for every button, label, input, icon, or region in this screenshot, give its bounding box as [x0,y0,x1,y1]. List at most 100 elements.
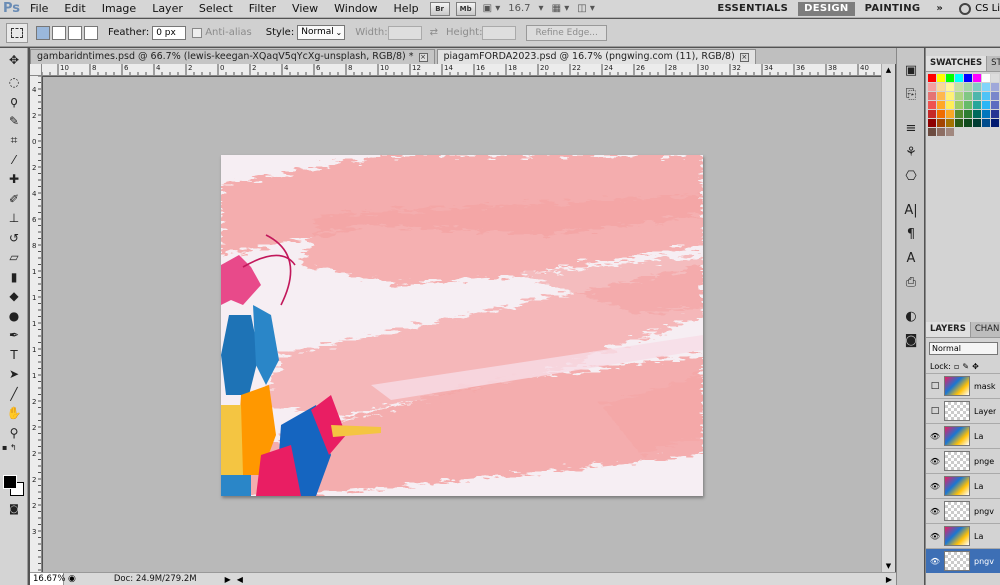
intersect-selection-icon[interactable] [84,25,98,40]
menu-view[interactable]: View [284,0,326,18]
height-input[interactable] [482,25,517,40]
menu-help[interactable]: Help [386,0,427,18]
workspace-design[interactable]: DESIGN [798,1,855,16]
color-swatch[interactable] [928,110,936,118]
layer-row[interactable]: □ Layer [926,398,1000,423]
character-styles-icon[interactable]: A [897,246,925,270]
menu-layer[interactable]: Layer [144,0,191,18]
eraser-icon[interactable]: ▱ [0,248,28,268]
scroll-down-icon[interactable]: ▼ [882,560,895,572]
subtract-selection-icon[interactable] [68,25,82,40]
color-swatch[interactable] [973,74,981,82]
ruler-origin[interactable] [30,64,42,76]
status-menu-icon[interactable]: ▶ [225,575,231,584]
scroll-up-icon[interactable]: ▲ [882,64,895,76]
color-swatch[interactable] [946,83,954,91]
color-swatch[interactable] [982,74,990,82]
visibility-eye-icon[interactable]: □ [926,381,944,391]
color-swatch[interactable] [991,119,999,127]
color-swatch[interactable] [937,83,945,91]
color-swatch[interactable] [955,110,963,118]
canvas-area[interactable] [43,77,881,572]
dodge-tool-icon[interactable]: ● [0,306,28,326]
workspace-more[interactable]: » [930,2,949,16]
color-swatch[interactable] [964,92,972,100]
color-swatch[interactable] [928,83,936,91]
paragraph-panel-icon[interactable]: ¶ [897,222,925,246]
swap-colors-icon[interactable]: ▪ ↰ [0,443,28,453]
color-swatch[interactable] [946,101,954,109]
swatch-grid[interactable] [928,74,1000,137]
color-swatch[interactable] [991,110,999,118]
hand-zoom-icon[interactable]: ▣ ▾ [479,0,505,18]
visibility-eye-icon[interactable]: □ [926,406,944,416]
add-selection-icon[interactable] [52,25,66,40]
zoom-dropdown-icon[interactable]: ▾ [535,0,548,18]
layer-row[interactable]: □ mask [926,373,1000,398]
paragraph-styles-icon[interactable]: ⎙ [897,270,925,294]
style-select[interactable]: Normal ⌄ [297,25,346,40]
brush-tool-icon[interactable]: ✐ [0,189,28,209]
mini-bridge-panel-icon[interactable]: ▣ [897,58,925,82]
color-swatch[interactable] [982,119,990,127]
color-swatch[interactable] [982,83,990,91]
eyedropper-icon[interactable]: ⁄ [0,150,28,170]
document-canvas[interactable] [221,155,703,496]
marquee-tool-preset-icon[interactable] [6,22,28,43]
color-swatch[interactable] [955,83,963,91]
color-swatch[interactable] [937,74,945,82]
refine-edge-button[interactable]: Refine Edge... [526,24,607,41]
blur-tool-icon[interactable]: ◆ [0,287,28,307]
workspace-essentials[interactable]: ESSENTIALS [711,2,794,16]
tab-gambaridntimes[interactable]: gambaridntimes.psd @ 66.7% (lewis-keegan… [30,49,435,64]
tab-swatches[interactable]: SWATCHES [926,56,988,71]
color-swatch[interactable] [964,83,972,91]
visibility-eye-icon[interactable]: 👁 [926,557,944,566]
width-input[interactable] [387,25,422,40]
shape-tool-icon[interactable]: ╱ [0,384,28,404]
layer-row[interactable]: 👁 La [926,473,1000,498]
color-swatch[interactable] [991,101,999,109]
layer-row[interactable]: 👁 La [926,523,1000,548]
color-swatch[interactable] [982,110,990,118]
color-swatch[interactable] [937,92,945,100]
type-tool-icon[interactable]: T [0,345,28,365]
visibility-eye-icon[interactable]: 👁 [926,507,944,516]
tool-presets-icon[interactable]: ⎔ [897,164,925,188]
layer-row[interactable]: 👁 pnge [926,448,1000,473]
move-tool-icon[interactable]: ✥ [0,48,28,72]
menu-filter[interactable]: Filter [241,0,284,18]
new-selection-icon[interactable] [36,25,50,40]
color-swatch[interactable] [937,119,945,127]
character-panel-icon[interactable]: A| [897,198,925,222]
color-swatch[interactable] [973,101,981,109]
horizontal-ruler[interactable]: 10 8 6 4 2 0 2 4 6 8 10 12 14 16 18 20 22 24 26 28 30 32 34 36 3… [42,64,882,76]
menu-image[interactable]: Image [94,0,144,18]
color-swatch[interactable] [955,74,963,82]
visibility-eye-icon[interactable]: 👁 [926,532,944,541]
lock-transparency-icon[interactable]: ▫ [954,362,959,371]
quick-selection-icon[interactable]: ✎ [0,111,28,131]
brush-panel-icon[interactable]: ≡ [897,116,925,140]
color-swatch[interactable] [964,74,972,82]
lock-pixels-icon[interactable]: ✎ [962,362,969,371]
blend-mode-select[interactable]: Normal [929,342,998,355]
color-swatch[interactable] [928,74,936,82]
color-swatch[interactable] [946,110,954,118]
masks-icon[interactable]: ◙ [897,328,925,352]
color-swatch[interactable] [937,110,945,118]
color-swatch[interactable] [937,101,945,109]
feather-input[interactable]: 0 px [152,25,187,40]
color-swatch[interactable] [946,92,954,100]
tab-styles[interactable]: STY [987,56,1000,71]
color-swatch[interactable] [991,74,999,82]
hand-tool-icon[interactable]: ✋ [0,404,28,424]
path-selection-icon[interactable]: ➤ [0,365,28,385]
color-swatch[interactable] [991,83,999,91]
color-swatch[interactable] [937,128,945,136]
color-swatch[interactable] [955,119,963,127]
menu-select[interactable]: Select [191,0,241,18]
tab-piagam[interactable]: piagamFORDA2023.psd @ 16.7% (pngwing.com… [436,49,756,64]
color-swatch[interactable] [973,119,981,127]
status-icon[interactable]: ◉ [68,574,76,584]
